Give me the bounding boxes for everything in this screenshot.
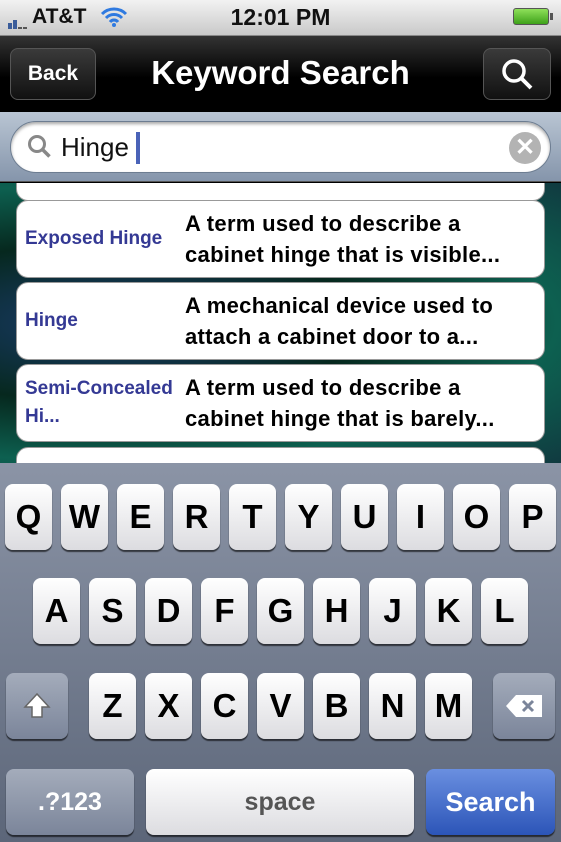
clear-icon[interactable]: ✕ xyxy=(509,132,541,164)
status-bar: AT&T 12:01 PM xyxy=(0,0,561,36)
results-list[interactable]: Exposed Hinge A term used to describe a c… xyxy=(0,183,561,463)
search-icon xyxy=(502,59,533,90)
key-d[interactable]: D xyxy=(145,578,192,644)
key-a[interactable]: A xyxy=(33,578,80,644)
key-q[interactable]: Q xyxy=(5,484,52,550)
key-k[interactable]: K xyxy=(425,578,472,644)
key-g[interactable]: G xyxy=(257,578,304,644)
list-item[interactable] xyxy=(16,447,545,463)
result-term: Hinge xyxy=(25,310,78,331)
key-i[interactable]: I xyxy=(397,484,444,550)
key-z[interactable]: Z xyxy=(89,673,136,739)
key-m[interactable]: M xyxy=(425,673,472,739)
key-y[interactable]: Y xyxy=(285,484,332,550)
key-s[interactable]: S xyxy=(89,578,136,644)
clock: 12:01 PM xyxy=(230,4,331,30)
delete-icon xyxy=(506,695,542,717)
search-icon xyxy=(28,135,51,158)
key-b[interactable]: B xyxy=(313,673,360,739)
list-item[interactable]: Exposed Hinge A term used to describe a c… xyxy=(16,200,545,278)
list-item[interactable] xyxy=(16,183,545,201)
list-item[interactable]: Hinge A mechanical device used to attach … xyxy=(16,282,545,360)
keyboard: .?123 space Search QWERTYUIOP ASDFGHJKL ZX… xyxy=(0,463,561,842)
page-title: Keyword Search xyxy=(151,54,410,91)
list-item[interactable]: Semi-Concealed Hi... A term used to descr… xyxy=(16,364,545,442)
delete-key[interactable] xyxy=(493,673,555,739)
key-l[interactable]: L xyxy=(481,578,528,644)
shift-icon xyxy=(23,692,51,718)
search-input[interactable] xyxy=(61,130,501,164)
key-n[interactable]: N xyxy=(369,673,416,739)
battery-icon xyxy=(513,8,553,25)
key-r[interactable]: R xyxy=(173,484,220,550)
key-x[interactable]: X xyxy=(145,673,192,739)
numbers-key[interactable]: .?123 xyxy=(6,769,134,835)
key-w[interactable]: W xyxy=(61,484,108,550)
text-caret xyxy=(136,132,140,164)
key-o[interactable]: O xyxy=(453,484,500,550)
search-key[interactable]: Search xyxy=(426,769,555,835)
key-f[interactable]: F xyxy=(201,578,248,644)
shift-key[interactable] xyxy=(6,673,68,739)
search-bar: ✕ xyxy=(0,112,561,182)
key-h[interactable]: H xyxy=(313,578,360,644)
search-field[interactable]: ✕ xyxy=(10,121,551,173)
result-definition: A mechanical device used to attach a cab… xyxy=(185,293,494,349)
key-t[interactable]: T xyxy=(229,484,276,550)
space-key[interactable]: space xyxy=(146,769,414,835)
key-j[interactable]: J xyxy=(369,578,416,644)
key-u[interactable]: U xyxy=(341,484,388,550)
result-term: Semi-Concealed Hi... xyxy=(25,378,173,427)
key-c[interactable]: C xyxy=(201,673,248,739)
key-v[interactable]: V xyxy=(257,673,304,739)
result-term: Exposed Hinge xyxy=(25,228,163,249)
key-p[interactable]: P xyxy=(509,484,556,550)
navigation-bar: Back Keyword Search xyxy=(0,36,561,112)
search-button[interactable] xyxy=(483,48,551,100)
result-definition: A term used to describe a cabinet hinge … xyxy=(185,211,501,267)
key-e[interactable]: E xyxy=(117,484,164,550)
result-definition: A term used to describe a cabinet hinge … xyxy=(185,375,495,431)
